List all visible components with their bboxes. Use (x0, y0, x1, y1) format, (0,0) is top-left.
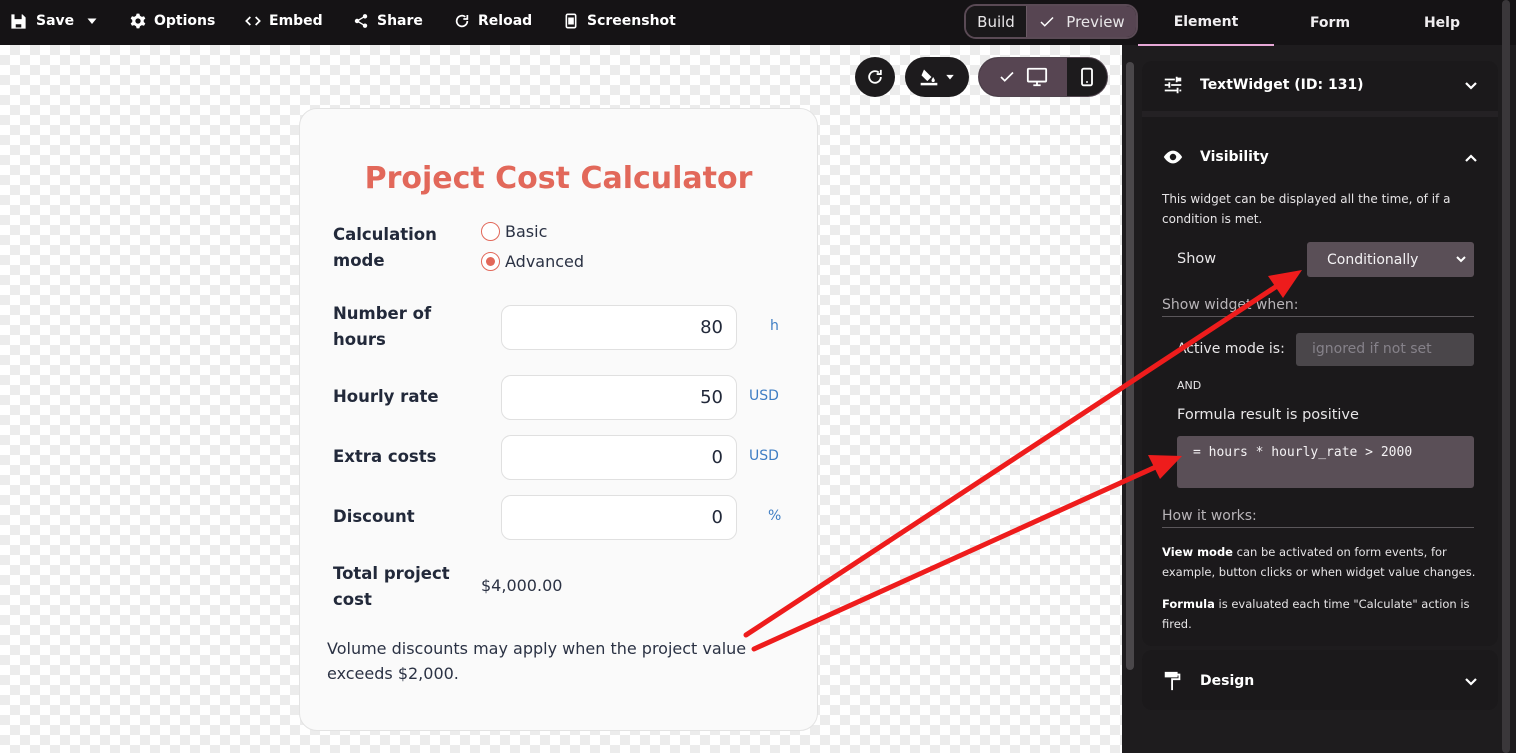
show-select-value: Conditionally (1327, 251, 1419, 268)
calculator-form: Project Cost Calculator Calculation mode… (299, 108, 818, 731)
radio-basic-label: Basic (505, 222, 548, 241)
chevron-up-icon[interactable] (1464, 151, 1478, 165)
hours-input[interactable]: 80 (501, 305, 737, 350)
caret-down-icon (87, 18, 97, 24)
eye-icon (1163, 150, 1183, 164)
radio-basic-circle[interactable] (481, 222, 500, 241)
hourly-rate-label: Hourly rate (333, 387, 439, 406)
hours-unit: h (770, 318, 779, 334)
screenshot-button[interactable]: Screenshot (563, 0, 676, 42)
refresh-icon (868, 69, 882, 84)
canvas-scrollbar[interactable] (1126, 62, 1134, 670)
screenshot-icon (565, 13, 577, 29)
show-select[interactable]: Conditionally (1307, 242, 1474, 277)
design-section: Design (1142, 650, 1498, 710)
check-icon (1040, 16, 1054, 27)
mobile-icon (1081, 67, 1093, 87)
chevron-down-icon[interactable] (1464, 79, 1478, 93)
tab-help[interactable]: Help (1386, 0, 1498, 46)
share-label: Share (377, 13, 423, 29)
gear-icon (130, 13, 146, 29)
mode-toggle: Build Preview (964, 4, 1138, 39)
reload-button[interactable]: Reload (454, 0, 532, 42)
hours-label: Number of hours (333, 304, 432, 349)
paint-bucket-icon (920, 69, 938, 86)
discount-unit: % (768, 508, 782, 524)
show-widget-when-title: Show widget when: (1162, 297, 1474, 317)
calculation-mode-label: Calculation mode (333, 225, 437, 270)
discount-label: Discount (333, 507, 415, 526)
panel-scrollbar[interactable] (1502, 0, 1510, 753)
visibility-header[interactable]: Visibility (1162, 146, 1269, 168)
radio-basic[interactable]: Basic (481, 222, 547, 241)
show-label: Show (1177, 251, 1217, 267)
reload-icon (455, 14, 469, 28)
section-divider (1142, 111, 1498, 117)
element-settings-panel: TextWidget (ID: 131) Visibility This wid… (1142, 61, 1498, 646)
save-button[interactable]: Save (9, 0, 98, 42)
build-button[interactable]: Build (966, 6, 1026, 37)
options-label: Options (154, 13, 216, 29)
preview-label: Preview (1066, 12, 1125, 31)
desktop-view-button[interactable] (979, 58, 1067, 96)
volume-discount-note: Volume discounts may apply when the proj… (327, 639, 747, 683)
check-icon (1000, 71, 1014, 82)
extra-costs-input[interactable]: 0 (501, 435, 737, 480)
screenshot-label: Screenshot (587, 13, 676, 29)
discount-input[interactable]: 0 (501, 495, 737, 540)
code-icon (245, 16, 261, 26)
hourly-rate-unit: USD (749, 388, 779, 404)
total-cost-value: $4,000.00 (481, 576, 563, 595)
options-button[interactable]: Options (130, 0, 215, 42)
extra-costs-label: Extra costs (333, 447, 437, 466)
how-it-works-title: How it works: (1162, 508, 1474, 528)
chevron-down-icon[interactable] (1464, 675, 1478, 689)
desktop-icon (1026, 67, 1048, 87)
how-formula-text: Formula is evaluated each time "Calculat… (1162, 594, 1482, 634)
form-title: Project Cost Calculator (364, 161, 753, 196)
design-header[interactable]: Design (1162, 670, 1254, 692)
visibility-description: This widget can be displayed all the tim… (1162, 192, 1451, 226)
sliders-icon (1164, 76, 1182, 94)
how-view-mode-text: View mode can be activated on form event… (1162, 542, 1482, 582)
formula-label: Formula result is positive (1177, 407, 1359, 423)
visibility-title: Visibility (1200, 149, 1269, 165)
share-button[interactable]: Share (353, 0, 423, 42)
design-title: Design (1200, 673, 1255, 689)
total-cost-label: Total project cost (333, 564, 450, 609)
radio-advanced[interactable]: Advanced (481, 252, 584, 271)
save-label: Save (36, 13, 75, 29)
reload-label: Reload (478, 13, 533, 29)
device-toggle (978, 57, 1108, 97)
tab-form[interactable]: Form (1274, 0, 1386, 46)
and-label: AND (1177, 379, 1202, 392)
radio-advanced-label: Advanced (505, 252, 585, 271)
theme-color-button[interactable] (905, 57, 969, 97)
active-mode-input[interactable]: ignored if not set (1296, 333, 1474, 366)
active-mode-label: Active mode is: (1177, 341, 1285, 357)
refresh-preview-button[interactable] (855, 57, 895, 97)
radio-advanced-circle[interactable] (481, 252, 500, 271)
paint-roller-icon (1164, 671, 1181, 691)
view-mode-term: View mode (1162, 545, 1233, 559)
embed-button[interactable]: Embed (245, 0, 323, 42)
floppy-disk-icon (11, 13, 26, 29)
share-icon (354, 14, 368, 28)
hourly-rate-input[interactable]: 50 (501, 375, 737, 420)
tab-element[interactable]: Element (1138, 0, 1274, 46)
caret-down-icon (946, 74, 954, 80)
formula-term: Formula (1162, 597, 1215, 611)
embed-label: Embed (269, 13, 323, 29)
preview-button[interactable]: Preview (1026, 6, 1136, 37)
chevron-down-icon (1456, 256, 1466, 263)
widget-header[interactable]: TextWidget (ID: 131) (1162, 74, 1364, 96)
mobile-view-button[interactable] (1067, 58, 1107, 96)
widget-title: TextWidget (ID: 131) (1200, 77, 1364, 93)
formula-input[interactable]: = hours * hourly_rate > 2000 (1177, 436, 1474, 488)
extra-costs-unit: USD (749, 448, 779, 464)
top-toolbar: Save Options Embed Share Reload Screensh… (0, 0, 1516, 46)
